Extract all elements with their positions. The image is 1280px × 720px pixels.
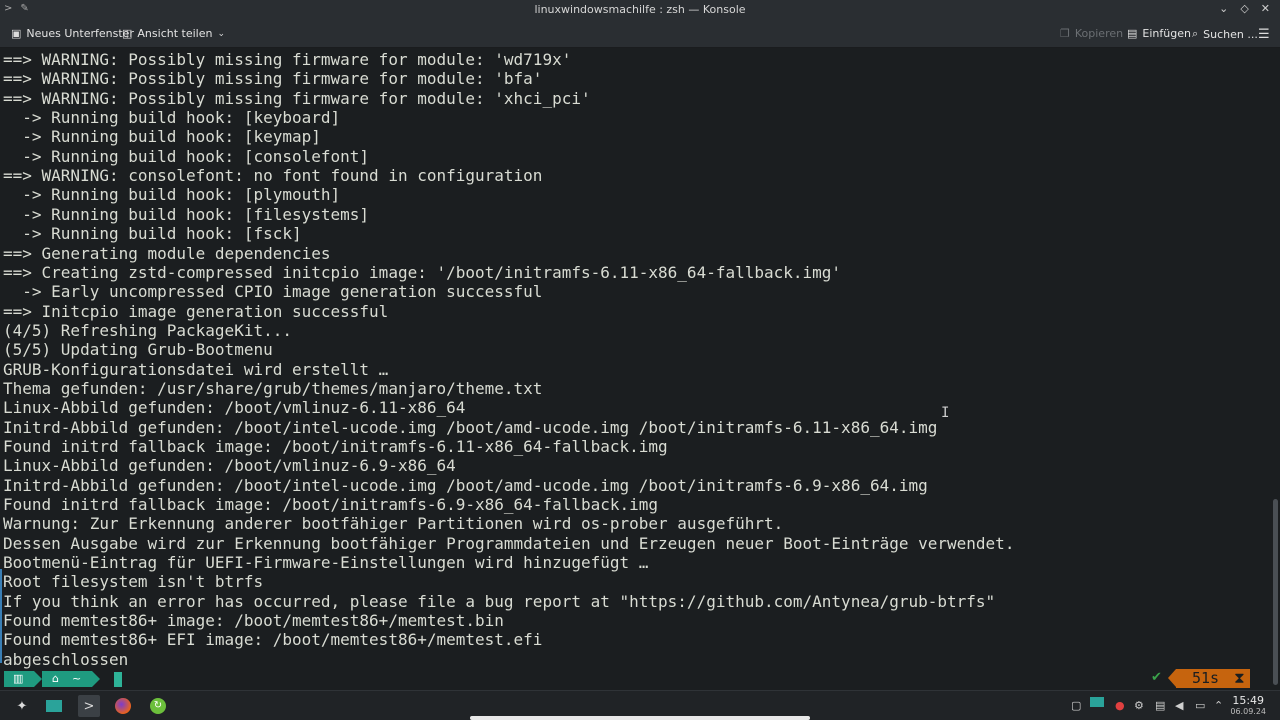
terminal-line: abgeschlossen	[3, 650, 129, 669]
record-icon[interactable]: ●	[1115, 699, 1125, 712]
prompt-separator-icon	[34, 671, 42, 687]
terminal-line: Initrd-Abbild gefunden: /boot/intel-ucod…	[3, 476, 928, 495]
terminal-line: Linux-Abbild gefunden: /boot/vmlinuz-6.1…	[3, 398, 466, 417]
scrollbar-thumb[interactable]	[1273, 499, 1278, 685]
screen-icon[interactable]	[1090, 697, 1104, 707]
search-label: Suchen ...	[1203, 27, 1258, 41]
copy-icon: ❐	[1060, 27, 1070, 40]
minimize-button[interactable]: ⌄	[1219, 2, 1228, 15]
manjaro-logo-icon: ▥	[13, 672, 24, 685]
update-manager-icon[interactable]: ↻	[149, 697, 167, 715]
search-button[interactable]: ⌕ Suchen ...	[1192, 27, 1258, 41]
elapsed-time: 51s	[1192, 669, 1220, 687]
paste-label: Einfügen	[1142, 27, 1191, 40]
clock-time: 15:49	[1232, 694, 1265, 707]
paste-button[interactable]: ▤ Einfügen	[1127, 27, 1191, 40]
split-view-icon: ◫	[122, 27, 133, 40]
copy-label: Kopieren	[1074, 27, 1124, 40]
terminal-line: ==> Creating zstd-compressed initcpio im…	[3, 263, 842, 282]
terminal-line: ==> WARNING: consolefont: no font found …	[3, 166, 543, 185]
prompt-dir-segment	[42, 671, 92, 687]
tray-expand-icon[interactable]: ⌃	[1214, 699, 1223, 712]
close-button[interactable]: ✕	[1261, 2, 1270, 15]
terminal-line: Thema gefunden: /usr/share/grub/themes/m…	[3, 379, 543, 398]
terminal-line: Bootmenü-Eintrag für UEFI-Firmware-Einst…	[3, 553, 649, 572]
window-controls: ⌄ ◇ ✕	[1219, 2, 1270, 15]
network-share-icon[interactable]: ⚙	[1134, 699, 1144, 712]
terminal-line: Warnung: Zur Erkennung anderer bootfähig…	[3, 514, 784, 533]
split-view-label: Ansicht teilen	[137, 27, 213, 40]
terminal-line: ==> WARNING: Possibly missing firmware f…	[3, 69, 543, 88]
terminal-line: ==> WARNING: Possibly missing firmware f…	[3, 89, 591, 108]
selection-marker	[0, 569, 2, 663]
home-icon: ⌂	[52, 672, 59, 685]
mouse-ibeam-cursor-icon: I	[941, 405, 950, 421]
terminal-line: ==> Generating module dependencies	[3, 244, 331, 263]
application-launcher-icon[interactable]: ✦	[13, 697, 31, 715]
desktop-icon[interactable]: ▢	[1071, 699, 1081, 712]
new-tab-icon: ▣	[11, 27, 22, 40]
terminal-line: -> Early uncompressed CPIO image generat…	[3, 282, 543, 301]
firefox-icon[interactable]	[114, 697, 132, 715]
hourglass-icon: ⧗	[1234, 669, 1245, 687]
terminal-line: -> Running build hook: [keyboard]	[3, 108, 341, 127]
file-manager-icon[interactable]	[45, 697, 63, 715]
new-tab-label: Neues Unterfenster	[26, 27, 134, 40]
terminal-line: ==> Initcpio image generation successful	[3, 302, 389, 321]
terminal-line: (5/5) Updating Grub-Bootmenu	[3, 340, 273, 359]
terminal-line: ==> WARNING: Possibly missing firmware f…	[3, 50, 572, 69]
terminal-line: -> Running build hook: [fsck]	[3, 224, 302, 243]
status-check-icon: ✔	[1151, 670, 1162, 685]
terminal-line: Initrd-Abbild gefunden: /boot/intel-ucod…	[3, 418, 938, 437]
volume-icon[interactable]: ◀	[1175, 699, 1183, 712]
paste-icon: ▤	[1127, 27, 1138, 40]
new-tab-button[interactable]: ▣ Neues Unterfenster	[11, 27, 134, 40]
hamburger-menu-button[interactable]: ☰	[1258, 27, 1270, 42]
split-view-button[interactable]: ◫ Ansicht teilen ⌄	[122, 27, 225, 40]
chevron-down-icon: ⌄	[217, 28, 225, 39]
terminal-line: Found memtest86+ EFI image: /boot/memtes…	[3, 630, 543, 649]
copy-button[interactable]: ❐ Kopieren	[1060, 27, 1123, 40]
konsole-toolbar: ▣ Neues Unterfenster ◫ Ansicht teilen ⌄ …	[0, 20, 1280, 48]
title-bar: > ✎ linuxwindowsmachilfe : zsh — Konsole…	[0, 0, 1280, 20]
tilde-icon: ~	[72, 672, 82, 685]
search-icon: ⌕	[1192, 27, 1199, 40]
terminal-line: Found initrd fallback image: /boot/initr…	[3, 495, 659, 514]
hamburger-menu-icon: ☰	[1258, 27, 1270, 42]
terminal-line: -> Running build hook: [plymouth]	[3, 185, 341, 204]
clock[interactable]: 15:49 06.09.24	[1230, 695, 1266, 717]
clipboard-icon[interactable]: ▤	[1155, 699, 1165, 712]
window-title: linuxwindowsmachilfe : zsh — Konsole	[534, 3, 746, 16]
terminal-line: If you think an error has occurred, plea…	[3, 592, 996, 611]
terminal-scrollbar[interactable]	[1272, 49, 1278, 689]
video-progress-overlay	[470, 716, 810, 720]
terminal-cursor	[114, 672, 122, 687]
maximize-button[interactable]: ◇	[1240, 2, 1248, 15]
terminal-output[interactable]: ==> WARNING: Possibly missing firmware f…	[0, 49, 1280, 689]
shell-prompt: ▥ ⌂ ~ ✔ 51s ⧗	[0, 669, 1280, 689]
terminal-line: -> Running build hook: [filesystems]	[3, 205, 370, 224]
elapsed-time-segment: 51s ⧗	[1176, 669, 1250, 688]
terminal-line: Linux-Abbild gefunden: /boot/vmlinuz-6.9…	[3, 456, 456, 475]
clock-date: 06.09.24	[1230, 707, 1266, 716]
terminal-line: Found initrd fallback image: /boot/initr…	[3, 437, 668, 456]
terminal-line: Root filesystem isn't btrfs	[3, 572, 264, 591]
terminal-line: GRUB-Konfigurationsdatei wird erstellt …	[3, 360, 389, 379]
timer-separator-icon	[1168, 669, 1176, 687]
terminal-line: -> Running build hook: [consolefont]	[3, 147, 370, 166]
terminal-line: -> Running build hook: [keymap]	[3, 127, 321, 146]
prompt-separator-icon	[92, 671, 100, 687]
konsole-taskbar-icon[interactable]: >	[78, 695, 100, 717]
terminal-line: Found memtest86+ image: /boot/memtest86+…	[3, 611, 504, 630]
terminal-line: Dessen Ausgabe wird zur Erkennung bootfä…	[3, 534, 1015, 553]
display-icon[interactable]: ▭	[1195, 699, 1205, 712]
terminal-line: (4/5) Refreshing PackageKit...	[3, 321, 292, 340]
